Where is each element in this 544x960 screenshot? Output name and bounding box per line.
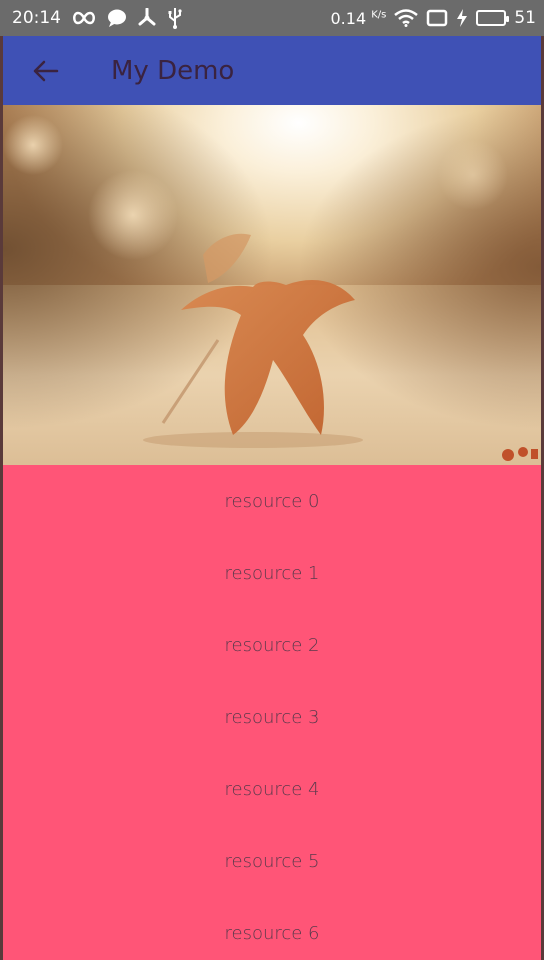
list-item[interactable]: resource 0 — [3, 465, 541, 537]
arrow-back-icon — [33, 60, 59, 81]
list-item[interactable]: resource 6 — [3, 897, 541, 960]
list-item[interactable]: resource 2 — [3, 609, 541, 681]
chat-bubble-icon — [107, 8, 127, 28]
status-right: 0.14 K/s 51 — [331, 8, 537, 28]
net-speed-unit: K/s — [371, 9, 387, 21]
page-title: My Demo — [111, 55, 235, 86]
list-item[interactable]: resource 3 — [3, 681, 541, 753]
screen-icon — [426, 9, 448, 27]
battery-icon: 51 — [476, 8, 536, 28]
net-speed-value: 0.14 — [330, 8, 367, 28]
battery-body — [476, 10, 510, 26]
list-item[interactable]: resource 4 — [3, 753, 541, 825]
hero-image — [3, 105, 541, 465]
usb-icon — [167, 7, 183, 29]
autumn-leaf-photo — [3, 105, 541, 465]
list-item[interactable]: resource 1 — [3, 537, 541, 609]
battery-level: 51 — [514, 8, 536, 28]
infinity-icon — [71, 11, 97, 25]
status-time: 20:14 — [12, 8, 61, 28]
back-button[interactable] — [17, 43, 73, 99]
charging-bolt-icon — [456, 9, 468, 27]
fan-icon — [137, 8, 157, 28]
wifi-icon — [394, 9, 419, 27]
network-speed: 0.14 K/s — [331, 9, 387, 28]
app-bar: My Demo — [3, 36, 541, 105]
status-left: 20:14 — [12, 7, 183, 29]
status-bar: 20:14 0.14 K/s 51 — [0, 0, 544, 36]
list-item[interactable]: resource 5 — [3, 825, 541, 897]
resource-list: resource 0 resource 1 resource 2 resourc… — [3, 465, 541, 960]
